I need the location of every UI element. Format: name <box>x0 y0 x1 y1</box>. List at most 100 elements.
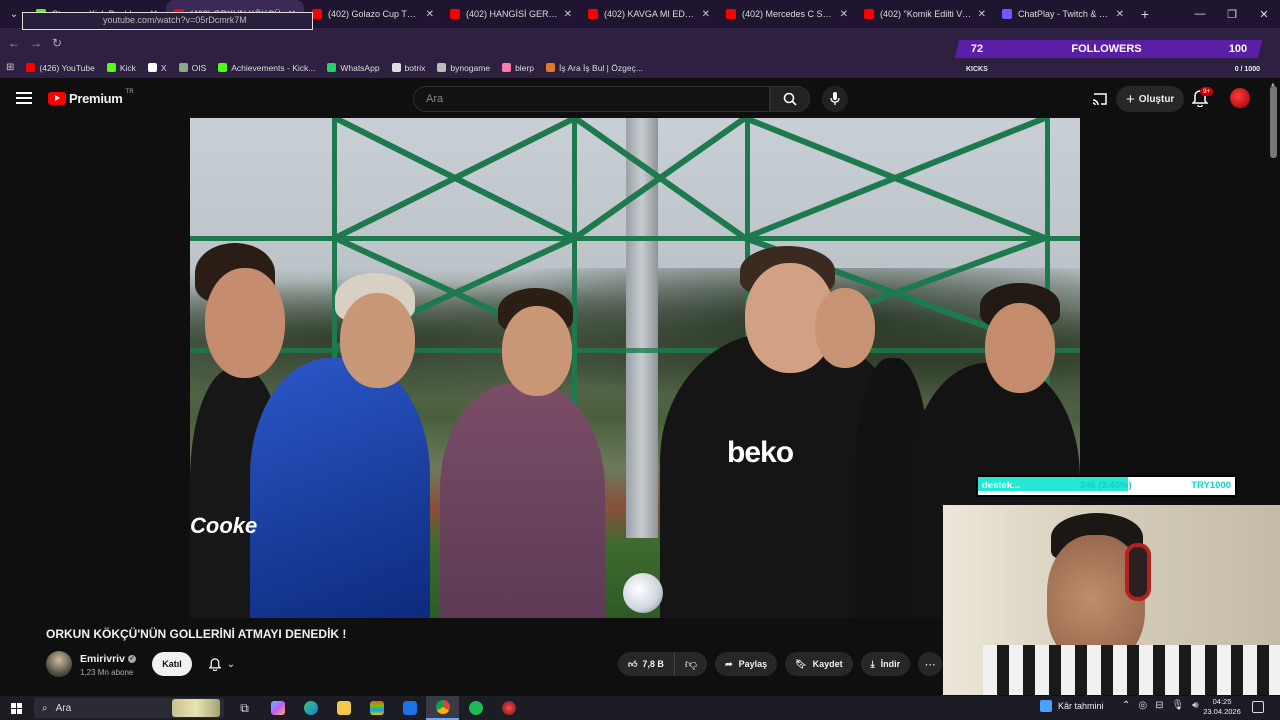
more-actions-button[interactable]: ⋯ <box>918 652 943 676</box>
search-input[interactable]: Ara <box>413 86 770 112</box>
browser-tab[interactable]: (402) HANGİSİ GERÇEK P ✕ <box>442 0 580 28</box>
minimize-icon[interactable]: — <box>1184 0 1216 28</box>
shirt-sponsor-text: Cooke <box>190 513 258 538</box>
browser-tab[interactable]: (402) "Komik Edilti Video ✕ <box>856 0 994 28</box>
bookmark-item[interactable]: X <box>142 63 173 73</box>
like-count: 7,8 B <box>642 659 664 669</box>
create-button[interactable]: + Oluştur <box>1116 86 1185 112</box>
browser-tab[interactable]: (402) KAVGA MI EDELİM ✕ <box>580 0 718 28</box>
app-button[interactable] <box>492 696 525 720</box>
browser-tab[interactable]: (402) Golazo Cup Türkiye ✕ <box>304 0 442 28</box>
player-2 <box>250 358 430 618</box>
bookmark-item[interactable]: bynogame <box>431 63 496 73</box>
like-button[interactable]: 👍︎ 7,8 B <box>618 652 675 676</box>
share-button[interactable]: ➦ Paylaş <box>715 652 778 676</box>
chevron-up-icon[interactable]: ⌃ <box>1122 700 1130 711</box>
spotify-button[interactable] <box>459 696 492 720</box>
close-tab-icon[interactable]: ✕ <box>840 9 848 20</box>
start-button[interactable] <box>0 696 32 720</box>
chrome-button[interactable] <box>426 696 459 720</box>
apps-icon[interactable]: ⊞ <box>6 62 20 73</box>
new-tab-button[interactable]: + <box>1132 6 1158 22</box>
verified-icon: ✓ <box>127 655 136 663</box>
search-icon <box>783 92 797 106</box>
bookmark-favicon-icon <box>391 63 401 72</box>
tab-favicon-icon <box>726 9 736 19</box>
donation-target: TRY1000 <box>1191 480 1231 491</box>
subscription-bell-button[interactable]: ⌄ <box>198 652 246 676</box>
tab-title: (402) KAVGA MI EDELİM <box>604 9 696 19</box>
bookmark-item[interactable]: botrix <box>386 63 432 73</box>
bookmark-item[interactable]: WhatsApp <box>321 63 385 73</box>
file-explorer-button[interactable] <box>327 696 360 720</box>
join-button[interactable]: Katıl <box>152 652 192 676</box>
windows-taskbar: ⌕ Ara ⧉ Kâr tahmini ⌃ ◎ ⊟ 🎙︎ 🔊︎ 04:25 23… <box>0 696 1280 720</box>
channel-name[interactable]: Emirivriv <box>80 653 125 665</box>
tray-app-icon[interactable]: ◎ <box>1138 700 1147 711</box>
donation-label: destek... <box>982 480 1021 491</box>
taskbar-search[interactable]: ⌕ Ara <box>34 698 224 718</box>
save-button[interactable]: 🔖︎ Kaydet <box>785 652 853 676</box>
volume-icon[interactable]: 🔊︎ <box>1192 700 1198 711</box>
mail-icon <box>402 701 417 715</box>
back-icon[interactable]: ← <box>8 36 20 50</box>
edge-button[interactable] <box>294 696 327 720</box>
bookmark-item[interactable]: Kick <box>101 63 142 73</box>
close-tab-icon[interactable]: ✕ <box>426 9 434 20</box>
browser-tab[interactable]: ChatPlay - Twitch & Kick ✕ <box>994 0 1132 28</box>
bookmark-item[interactable]: Achievements - Kick... <box>212 63 321 73</box>
page-scrollbar[interactable] <box>1270 86 1277 158</box>
forward-icon[interactable]: → <box>30 36 42 50</box>
save-label: Kaydet <box>812 659 843 669</box>
microphone-icon[interactable]: 🎙︎ <box>1172 700 1185 711</box>
bookmark-item[interactable]: OIS <box>173 63 213 73</box>
mail-button[interactable] <box>393 696 426 720</box>
close-tab-icon[interactable]: ✕ <box>702 9 710 20</box>
download-button[interactable]: ⤓ İndir <box>860 652 911 676</box>
browser-tab[interactable]: (402) Mercedes C Serisi 2 ✕ <box>718 0 856 28</box>
weather-label: Kâr tahmini <box>1058 701 1104 711</box>
account-avatar[interactable] <box>1230 88 1250 108</box>
maximize-icon[interactable]: ❐ <box>1216 0 1248 28</box>
dislike-button[interactable]: 👎︎ <box>675 652 707 676</box>
close-window-icon[interactable]: ✕ <box>1248 0 1280 28</box>
voice-search-button[interactable] <box>822 86 848 112</box>
followers-label: FOLLOWERS <box>1071 43 1142 55</box>
taskbar-apps: ⧉ <box>228 696 525 720</box>
bookmark-label: (426) YouTube <box>39 62 95 73</box>
bookmark-item[interactable]: blerp <box>496 63 540 73</box>
window-controls: — ❐ ✕ <box>1184 0 1280 28</box>
close-tab-icon[interactable]: ✕ <box>978 9 986 20</box>
channel-name-row[interactable]: Emirivriv ✓ <box>80 653 136 665</box>
reload-icon[interactable]: ↻ <box>52 36 62 50</box>
task-view-button[interactable]: ⧉ <box>228 696 261 720</box>
channel-avatar[interactable] <box>46 651 72 677</box>
address-bar[interactable]: youtube.com/watch?v=05rDcmrk7M <box>22 12 313 30</box>
weather-widget[interactable]: Kâr tahmini <box>1040 700 1104 712</box>
store-icon <box>369 701 384 715</box>
copilot-icon <box>270 701 285 715</box>
network-icon[interactable]: ⊟ <box>1155 700 1163 711</box>
cast-icon[interactable] <box>1092 92 1108 106</box>
close-tab-icon[interactable]: ✕ <box>564 9 572 20</box>
store-button[interactable] <box>360 696 393 720</box>
bookmark-item[interactable]: (426) YouTube <box>20 63 100 73</box>
youtube-logo[interactable]: Premium TR <box>48 89 134 106</box>
share-icon: ➦ <box>725 658 733 669</box>
copilot-button[interactable] <box>261 696 294 720</box>
chrome-icon <box>435 700 450 714</box>
bookmark-favicon-icon <box>218 63 228 72</box>
close-tab-icon[interactable]: ✕ <box>1116 9 1124 20</box>
bookmark-favicon-icon <box>26 63 36 72</box>
system-clock[interactable]: 04:25 23.04.2026 <box>1200 697 1244 717</box>
tab-title: (402) "Komik Edilti Video <box>880 9 972 19</box>
tab-favicon-icon <box>312 9 322 19</box>
bookmark-favicon-icon <box>106 63 116 72</box>
notification-center-icon[interactable] <box>1252 701 1264 713</box>
bookmark-label: botrix <box>404 62 426 73</box>
headset <box>1125 543 1151 601</box>
bookmark-item[interactable]: İş Ara İş Bul | Özgeç... <box>540 63 649 73</box>
like-dislike-group: 👍︎ 7,8 B 👎︎ <box>618 652 708 676</box>
search-button[interactable] <box>770 86 810 112</box>
menu-icon[interactable] <box>16 92 32 104</box>
